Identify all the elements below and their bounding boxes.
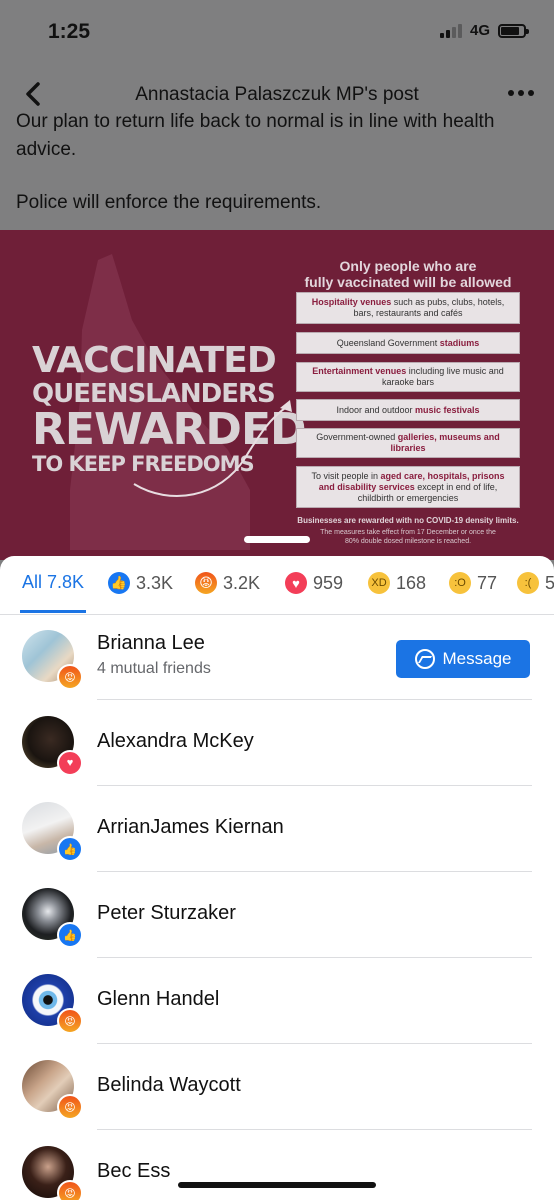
- image-footnote: Businesses are rewarded with no COVID-19…: [297, 516, 519, 525]
- person-name[interactable]: Peter Sturzaker: [97, 902, 236, 925]
- angry-icon: 😡: [57, 1094, 83, 1120]
- tab-haha-count: 168: [396, 572, 427, 593]
- sheet-drag-handle[interactable]: [244, 536, 310, 543]
- reactions-sheet: All 7.8K 👍 3.3K 😡 3.2K ♥ 959 XD 168 :O 7…: [0, 556, 554, 1200]
- tab-all[interactable]: All 7.8K: [22, 572, 84, 593]
- message-button[interactable]: Message: [396, 640, 530, 678]
- venue-box: Hospitality venues such as pubs, clubs, …: [296, 292, 520, 324]
- venue-box-text: To visit people in: [311, 470, 381, 481]
- page-title: Annastacia Palaszczuk MP's post: [135, 84, 419, 105]
- more-options-icon[interactable]: [508, 90, 534, 96]
- venue-box-bold: galleries, museums and libraries: [390, 432, 500, 453]
- venue-box-bold: Entertainment venues: [312, 366, 407, 376]
- status-bar: 1:25 4G: [0, 0, 554, 64]
- post-text-paragraph: Police will enforce the requirements.: [16, 192, 322, 213]
- list-item[interactable]: 😡 Brianna Lee 4 mutual friends Message: [0, 614, 554, 700]
- home-indicator[interactable]: [178, 1182, 376, 1188]
- battery-icon: [498, 23, 529, 38]
- angry-icon: 😡: [57, 1180, 83, 1200]
- signal-icon: [439, 23, 462, 38]
- tab-sad[interactable]: :( 5: [517, 572, 554, 594]
- image-subtitle-line: Only people who are: [339, 258, 477, 274]
- tab-haha[interactable]: XD 168: [368, 572, 426, 594]
- post-image[interactable]: VACCINATED QUEENSLANDERS REWARDED TO KEE…: [0, 230, 554, 560]
- angry-icon: 😡: [57, 664, 83, 690]
- list-item[interactable]: 😡 Bec Ess: [0, 1130, 554, 1200]
- list-item[interactable]: 😡 Belinda Waycott: [0, 1044, 554, 1130]
- tab-angry[interactable]: 😡 3.2K: [195, 572, 260, 594]
- status-time: 1:25: [48, 20, 91, 43]
- venue-box: Queensland Government stadiums: [296, 332, 520, 354]
- person-name[interactable]: ArrianJames Kiernan: [97, 816, 284, 839]
- post-text-paragraph: Our plan to return life back to normal i…: [16, 111, 495, 160]
- curved-arrow-icon: [133, 400, 292, 497]
- tab-like-count: 3.3K: [136, 572, 174, 593]
- venue-box-bold: Hospitality venues: [311, 297, 392, 307]
- sad-icon: :(: [517, 572, 539, 594]
- status-indicators: 4G: [439, 22, 529, 39]
- person-name[interactable]: Alexandra McKey: [97, 730, 254, 753]
- tab-angry-count: 3.2K: [223, 572, 261, 593]
- list-item[interactable]: 👍 Peter Sturzaker: [0, 872, 554, 958]
- tab-sad-count: 5: [545, 572, 554, 593]
- tab-wow-count: 77: [477, 572, 498, 593]
- wow-icon: :O: [449, 572, 471, 594]
- active-tab-indicator: [20, 610, 86, 613]
- haha-icon: XD: [368, 572, 390, 594]
- like-icon: 👍: [57, 922, 83, 948]
- venue-box: To visit people in aged care, hospitals,…: [296, 466, 520, 508]
- person-name[interactable]: Bec Ess: [97, 1160, 170, 1183]
- person-name[interactable]: Brianna Lee: [97, 632, 205, 655]
- like-icon: 👍: [57, 836, 83, 862]
- list-item[interactable]: ♥ Alexandra McKey: [0, 700, 554, 786]
- image-footnote: The measures take effect from 17 Decembe…: [320, 529, 496, 545]
- heart-icon: ♥: [285, 572, 307, 594]
- venue-box: Indoor and outdoor music festivals: [296, 399, 520, 421]
- headline-line: VACCINATED: [32, 340, 277, 381]
- mutual-friends: 4 mutual friends: [97, 660, 211, 677]
- reaction-tabs: All 7.8K 👍 3.3K 😡 3.2K ♥ 959 XD 168 :O 7…: [0, 556, 554, 615]
- list-item[interactable]: 👍 ArrianJames Kiernan: [0, 786, 554, 872]
- post-text: Our plan to return life back to normal i…: [16, 108, 538, 217]
- list-item[interactable]: 😡 Glenn Handel: [0, 958, 554, 1044]
- heart-icon: ♥: [57, 750, 83, 776]
- venue-box-text: Queensland Government: [336, 337, 440, 348]
- tab-all-label: All 7.8K: [22, 572, 85, 592]
- venue-box-text: Indoor and outdoor: [336, 404, 415, 415]
- angry-icon: 😡: [195, 572, 217, 594]
- tab-love-count: 959: [313, 572, 344, 593]
- tab-wow[interactable]: :O 77: [449, 572, 497, 594]
- person-name[interactable]: Belinda Waycott: [97, 1074, 241, 1097]
- venue-box-bold: music festivals: [415, 404, 480, 415]
- messenger-icon: [414, 649, 435, 669]
- angry-icon: 😡: [57, 1008, 83, 1034]
- venue-box: Government-owned galleries, museums and …: [296, 428, 520, 458]
- message-button-label: Message: [442, 649, 512, 668]
- person-name[interactable]: Glenn Handel: [97, 988, 219, 1011]
- like-icon: 👍: [108, 572, 130, 594]
- venue-box-text: Government-owned: [316, 432, 398, 442]
- tab-like[interactable]: 👍 3.3K: [108, 572, 173, 594]
- venue-box-bold: stadiums: [439, 337, 480, 348]
- venue-box: Entertainment venues including live musi…: [296, 362, 520, 392]
- network-type: 4G: [469, 22, 490, 39]
- tab-love[interactable]: ♥ 959: [285, 572, 343, 594]
